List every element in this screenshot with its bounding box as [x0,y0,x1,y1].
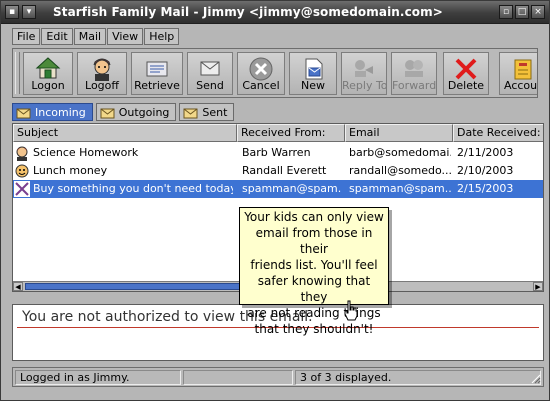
menu-help[interactable]: Help [144,28,180,45]
row-email: barb@somedomai... [349,146,451,159]
status-user: Logged in as Jimmy. [15,370,181,385]
reply-icon [355,60,373,77]
window-title: Starfish Family Mail - Jimmy <jimmy@some… [53,5,443,19]
status-bar: Logged in as Jimmy. 3 of 3 displayed. [12,367,544,387]
blocked-x-icon [14,181,30,197]
row-date: 2/11/2003 [457,146,514,159]
toolbar: Logon Logoff Retrieve Send Cancel New Re… [12,48,538,98]
status-count: 3 of 3 displayed. [295,370,541,385]
forward-label: Forward [392,79,437,92]
delete-button[interactable]: Delete [443,52,489,95]
accounts-label: Accou [504,79,538,92]
sent-envelope-icon [183,108,198,118]
send-mail-icon [200,61,220,76]
scroll-right-arrow[interactable]: ▶ [533,282,543,291]
table-row[interactable]: Lunch money Randall Everett randall@some… [13,162,543,180]
tab-sent-label: Sent [202,105,228,119]
row-from: Randall Everett [242,164,327,177]
menu-edit[interactable]: Edit [41,28,73,45]
row-email: spamman@spam... [349,182,451,195]
incoming-envelope-icon [16,108,31,118]
tooltip-line: Your kids can only view [244,210,384,224]
delete-label: Delete [447,79,485,92]
column-header-row: Subject Received From: Email Date Receiv… [13,124,543,142]
row-subject: Buy something you don't need today! [33,182,233,195]
status-spacer [183,370,293,385]
tooltip-line: that they shouldn't! [254,322,374,336]
retrieve-mail-icon [146,61,168,77]
row-email: randall@somedo... [349,164,451,177]
reply-to-label: Reply To [342,79,388,92]
column-received-from[interactable]: Received From: [237,124,345,142]
shade-icon[interactable]: ▾ [22,5,36,19]
feature-tooltip: Your kids can only view email from those… [239,207,389,336]
row-date: 2/15/2003 [457,182,514,195]
window-menu-icon[interactable]: ▪ [5,5,19,19]
logoff-label: Logoff [85,79,119,92]
table-row-selected[interactable]: Buy something you don't need today! spam… [13,180,543,198]
hand-cursor-icon [344,300,358,321]
row-from: Barb Warren [242,146,311,159]
new-label: New [301,79,325,92]
tooltip-line: safer knowing that they [257,274,371,304]
row-subject: Science Homework [33,146,139,159]
cancel-button[interactable]: Cancel [237,52,285,95]
accounts-button[interactable]: Accou [499,52,538,95]
table-row[interactable]: Science Homework Barb Warren barb@somedo… [13,144,543,162]
forward-icon [405,60,423,77]
close-icon[interactable]: × [531,5,545,19]
tooltip-line: are not reading things [247,306,381,320]
column-email[interactable]: Email [345,124,453,142]
tab-incoming[interactable]: Incoming [12,103,93,121]
row-from: spamman@spam... [242,182,342,195]
new-button[interactable]: New [289,52,337,95]
menu-mail[interactable]: Mail [73,28,107,45]
logoff-button[interactable]: Logoff [77,52,127,95]
menu-bar: File Edit Mail View Help [12,28,180,46]
scroll-left-arrow[interactable]: ◀ [13,282,23,291]
resize-grip-icon[interactable] [531,374,541,384]
column-subject[interactable]: Subject [13,124,237,142]
tooltip-line: friends list. You'll feel [250,258,378,272]
scroll-thumb[interactable] [25,283,253,290]
toolbar-grip[interactable] [15,52,20,94]
menu-file[interactable]: File [12,28,41,45]
logon-label: Logon [31,79,65,92]
column-date-received[interactable]: Date Received: [453,124,543,142]
folder-tabs: Incoming Outgoing Sent [12,103,235,121]
tooltip-line: email from those in their [255,226,373,256]
tab-incoming-label: Incoming [35,105,86,119]
tab-outgoing[interactable]: Outgoing [95,103,177,121]
outgoing-envelope-icon [100,108,115,118]
kid-avatar-icon [16,146,28,161]
retrieve-label: Retrieve [134,79,180,92]
house-icon [35,57,61,79]
forward-button[interactable]: Forward [391,52,437,95]
row-subject: Lunch money [33,164,108,177]
maximize-icon[interactable]: □ [515,5,529,19]
minimize-icon[interactable]: ▫ [499,5,513,19]
retrieve-button[interactable]: Retrieve [131,52,183,95]
menu-view[interactable]: View [107,28,144,45]
tab-sent[interactable]: Sent [179,103,235,121]
send-label: Send [196,79,224,92]
tab-outgoing-label: Outgoing [118,105,170,119]
cancel-label: Cancel [242,79,280,92]
kid-face-icon [15,164,29,178]
row-date: 2/10/2003 [457,164,514,177]
logon-button[interactable]: Logon [23,52,73,95]
send-button[interactable]: Send [187,52,233,95]
title-bar[interactable]: ▪ ▾ Starfish Family Mail - Jimmy <jimmy@… [1,1,549,24]
reply-to-button[interactable]: Reply To [341,52,388,95]
app-window: ▪ ▾ Starfish Family Mail - Jimmy <jimmy@… [0,0,550,401]
